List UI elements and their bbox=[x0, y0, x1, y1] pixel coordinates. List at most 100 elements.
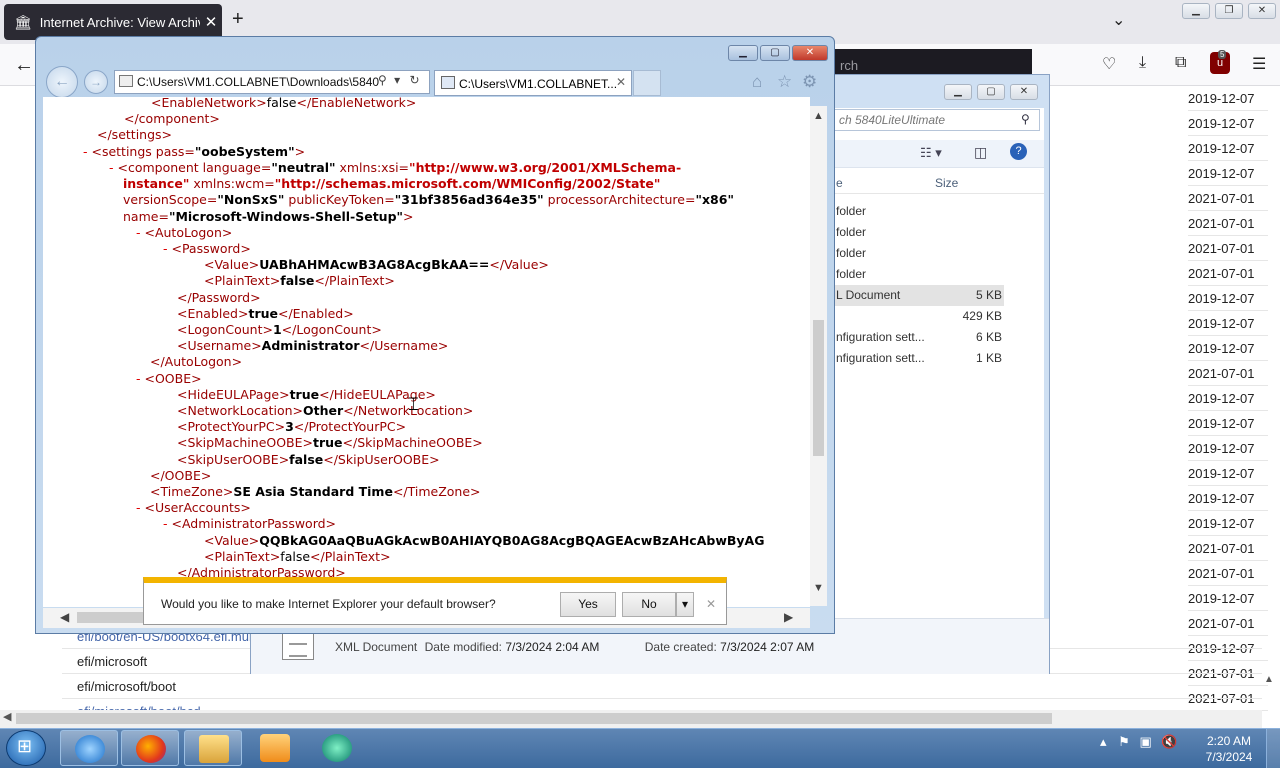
file-row[interactable]: folder bbox=[834, 243, 1004, 264]
file-row[interactable]: folder bbox=[834, 222, 1004, 243]
xml-line[interactable]: - <OOBE> bbox=[136, 371, 202, 387]
file-type-cell: nfiguration sett... bbox=[836, 351, 925, 365]
no-dropdown-button[interactable]: ▾ bbox=[676, 592, 694, 617]
app-icon bbox=[322, 734, 352, 762]
ie-forward-button[interactable]: → bbox=[84, 70, 108, 94]
extensions-icon[interactable]: ⧉ bbox=[1175, 54, 1186, 72]
new-tab-icon[interactable]: + bbox=[232, 8, 244, 31]
file-row[interactable]: L Document 5 KB bbox=[834, 285, 1004, 306]
file-row[interactable]: 429 KB bbox=[834, 306, 1004, 327]
taskbar-app-button[interactable] bbox=[308, 730, 366, 766]
file-details: XML Document Date modified: 7/3/2024 2:0… bbox=[335, 640, 814, 654]
date-cell: 2019-12-07 bbox=[1188, 411, 1268, 436]
page-horizontal-scrollbar[interactable]: ◀ bbox=[0, 710, 1262, 728]
list-item[interactable]: efi/microsoft/boot bbox=[62, 674, 1262, 699]
download-icon[interactable]: ⤓ bbox=[1139, 54, 1146, 72]
home-icon[interactable]: ⌂ bbox=[752, 72, 762, 92]
search-icon[interactable]: ⚲ bbox=[1021, 112, 1030, 126]
date-cell: 2019-12-07 bbox=[1188, 511, 1268, 536]
taskbar-firefox-button[interactable] bbox=[121, 730, 179, 766]
date-cell: 2021-07-01 bbox=[1188, 536, 1268, 561]
explorer-search-input[interactable]: ch 5840LiteUltimate bbox=[834, 109, 1040, 131]
no-button[interactable]: No bbox=[622, 592, 676, 617]
search-icon[interactable]: ⚲ bbox=[378, 73, 387, 87]
file-row[interactable]: nfiguration sett... 1 KB bbox=[834, 348, 1004, 369]
xml-line[interactable]: - <UserAccounts> bbox=[136, 500, 251, 516]
taskbar-media-button[interactable] bbox=[246, 730, 304, 766]
gear-icon[interactable]: ⚙ bbox=[802, 72, 817, 92]
preview-pane-icon[interactable]: ◫ bbox=[974, 144, 987, 161]
xml-line: <Enabled>true</Enabled> bbox=[177, 306, 354, 321]
ie-tab[interactable]: C:\Users\VM1.COLLABNET... bbox=[434, 70, 632, 96]
ie-close-button[interactable]: ✕ bbox=[792, 45, 828, 61]
network-icon[interactable]: ▣ bbox=[1139, 734, 1151, 749]
scroll-right-icon[interactable]: ▶ bbox=[784, 610, 793, 624]
xml-line[interactable]: - <component language="neutral" xmlns:xs… bbox=[109, 160, 681, 176]
date-created-value: 7/3/2024 2:07 AM bbox=[720, 640, 815, 654]
date-cell: 2019-12-07 bbox=[1188, 386, 1268, 411]
xml-line[interactable]: - <settings pass="oobeSystem"> bbox=[83, 144, 305, 160]
menu-icon[interactable]: ☰ bbox=[1252, 54, 1266, 74]
explorer-close-button[interactable]: ✕ bbox=[1010, 84, 1038, 100]
xml-line: <SkipUserOOBE>false</SkipUserOOBE> bbox=[177, 452, 440, 467]
xml-line: <HideEULAPage>true</HideEULAPage> bbox=[177, 387, 436, 402]
close-icon[interactable]: ✕ bbox=[706, 597, 716, 611]
file-row[interactable]: folder bbox=[834, 264, 1004, 285]
close-tab-icon[interactable]: ✕ bbox=[200, 13, 222, 31]
explorer-minimize-button[interactable]: ▁ bbox=[944, 84, 972, 100]
xml-line: <Username>Administrator</Username> bbox=[177, 338, 449, 353]
date-cell: 2019-12-07 bbox=[1188, 461, 1268, 486]
xml-line: <PlainText>false</PlainText> bbox=[204, 549, 391, 564]
restore-button[interactable]: ❐ bbox=[1215, 3, 1243, 19]
ie-minimize-button[interactable]: ▁ bbox=[728, 45, 758, 61]
xml-line[interactable]: - <AdministratorPassword> bbox=[163, 516, 336, 532]
help-icon[interactable]: ? bbox=[1010, 143, 1027, 160]
file-size-cell: 1 KB bbox=[975, 351, 1002, 365]
date-modified-value: 7/3/2024 2:04 AM bbox=[505, 640, 600, 654]
close-window-button[interactable]: ✕ bbox=[1248, 3, 1276, 19]
chevron-down-icon[interactable]: ⌄ bbox=[1112, 10, 1125, 30]
start-button[interactable] bbox=[6, 730, 46, 766]
clock-date: 7/3/2024 bbox=[1205, 750, 1253, 764]
clock-time: 2:20 AM bbox=[1206, 734, 1252, 748]
minimize-button[interactable]: ▁ bbox=[1182, 3, 1210, 19]
ie-back-button[interactable]: ← bbox=[46, 66, 78, 98]
taskbar-clock[interactable]: 2:20 AM 7/3/2024 bbox=[1196, 733, 1262, 765]
xml-line: </AutoLogon> bbox=[150, 354, 243, 369]
favorites-star-icon[interactable]: ☆ bbox=[777, 72, 792, 92]
column-size[interactable]: Size bbox=[935, 176, 958, 190]
xml-line: <ProtectYourPC>3</ProtectYourPC> bbox=[177, 419, 407, 434]
scroll-down-icon[interactable]: ▼ bbox=[813, 582, 824, 594]
close-tab-icon[interactable]: ✕ bbox=[616, 75, 626, 89]
pocket-icon[interactable]: ♡ bbox=[1102, 54, 1116, 74]
taskbar-explorer-button[interactable] bbox=[184, 730, 242, 766]
firefox-tab[interactable]: 🏛 Internet Archive: View Archive ✕ bbox=[4, 4, 222, 40]
date-cell: 2019-12-07 bbox=[1188, 286, 1268, 311]
scroll-up-icon[interactable]: ▲ bbox=[813, 110, 824, 122]
file-row[interactable]: nfiguration sett... 6 KB bbox=[834, 327, 1004, 348]
yes-button[interactable]: Yes bbox=[560, 592, 616, 617]
dropdown-icon[interactable]: ▾ bbox=[394, 73, 400, 87]
ie-maximize-button[interactable]: ▢ bbox=[760, 45, 790, 61]
show-desktop-button[interactable] bbox=[1266, 729, 1280, 768]
column-type[interactable]: e bbox=[836, 176, 843, 190]
show-hidden-icons[interactable]: ▴ bbox=[1100, 734, 1107, 749]
folder-icon bbox=[199, 735, 229, 763]
ie-new-tab-button[interactable] bbox=[633, 70, 661, 96]
back-arrow-icon[interactable]: ← bbox=[14, 54, 34, 77]
date-cell: 2019-12-07 bbox=[1188, 161, 1268, 186]
explorer-maximize-button[interactable]: ▢ bbox=[977, 84, 1005, 100]
ie-tab-icon bbox=[441, 76, 455, 89]
action-center-flag-icon[interactable]: ⚑ bbox=[1118, 734, 1130, 749]
ie-vertical-scrollbar[interactable] bbox=[810, 106, 827, 606]
scroll-up-icon[interactable]: ▲ bbox=[1264, 674, 1274, 685]
xml-line[interactable]: - <AutoLogon> bbox=[136, 225, 232, 241]
view-options-icon[interactable]: ☷ ▾ bbox=[920, 145, 942, 161]
taskbar-ie-button[interactable] bbox=[60, 730, 118, 766]
xml-line[interactable]: - <Password> bbox=[163, 241, 251, 257]
refresh-icon[interactable]: ↻ bbox=[410, 73, 420, 87]
xml-line: instance" xmlns:wcm="http://schemas.micr… bbox=[123, 176, 661, 191]
scroll-left-icon[interactable]: ◀ bbox=[60, 610, 69, 624]
file-row[interactable]: folder bbox=[834, 201, 1004, 222]
volume-muted-icon[interactable]: 🔇 bbox=[1161, 734, 1177, 749]
